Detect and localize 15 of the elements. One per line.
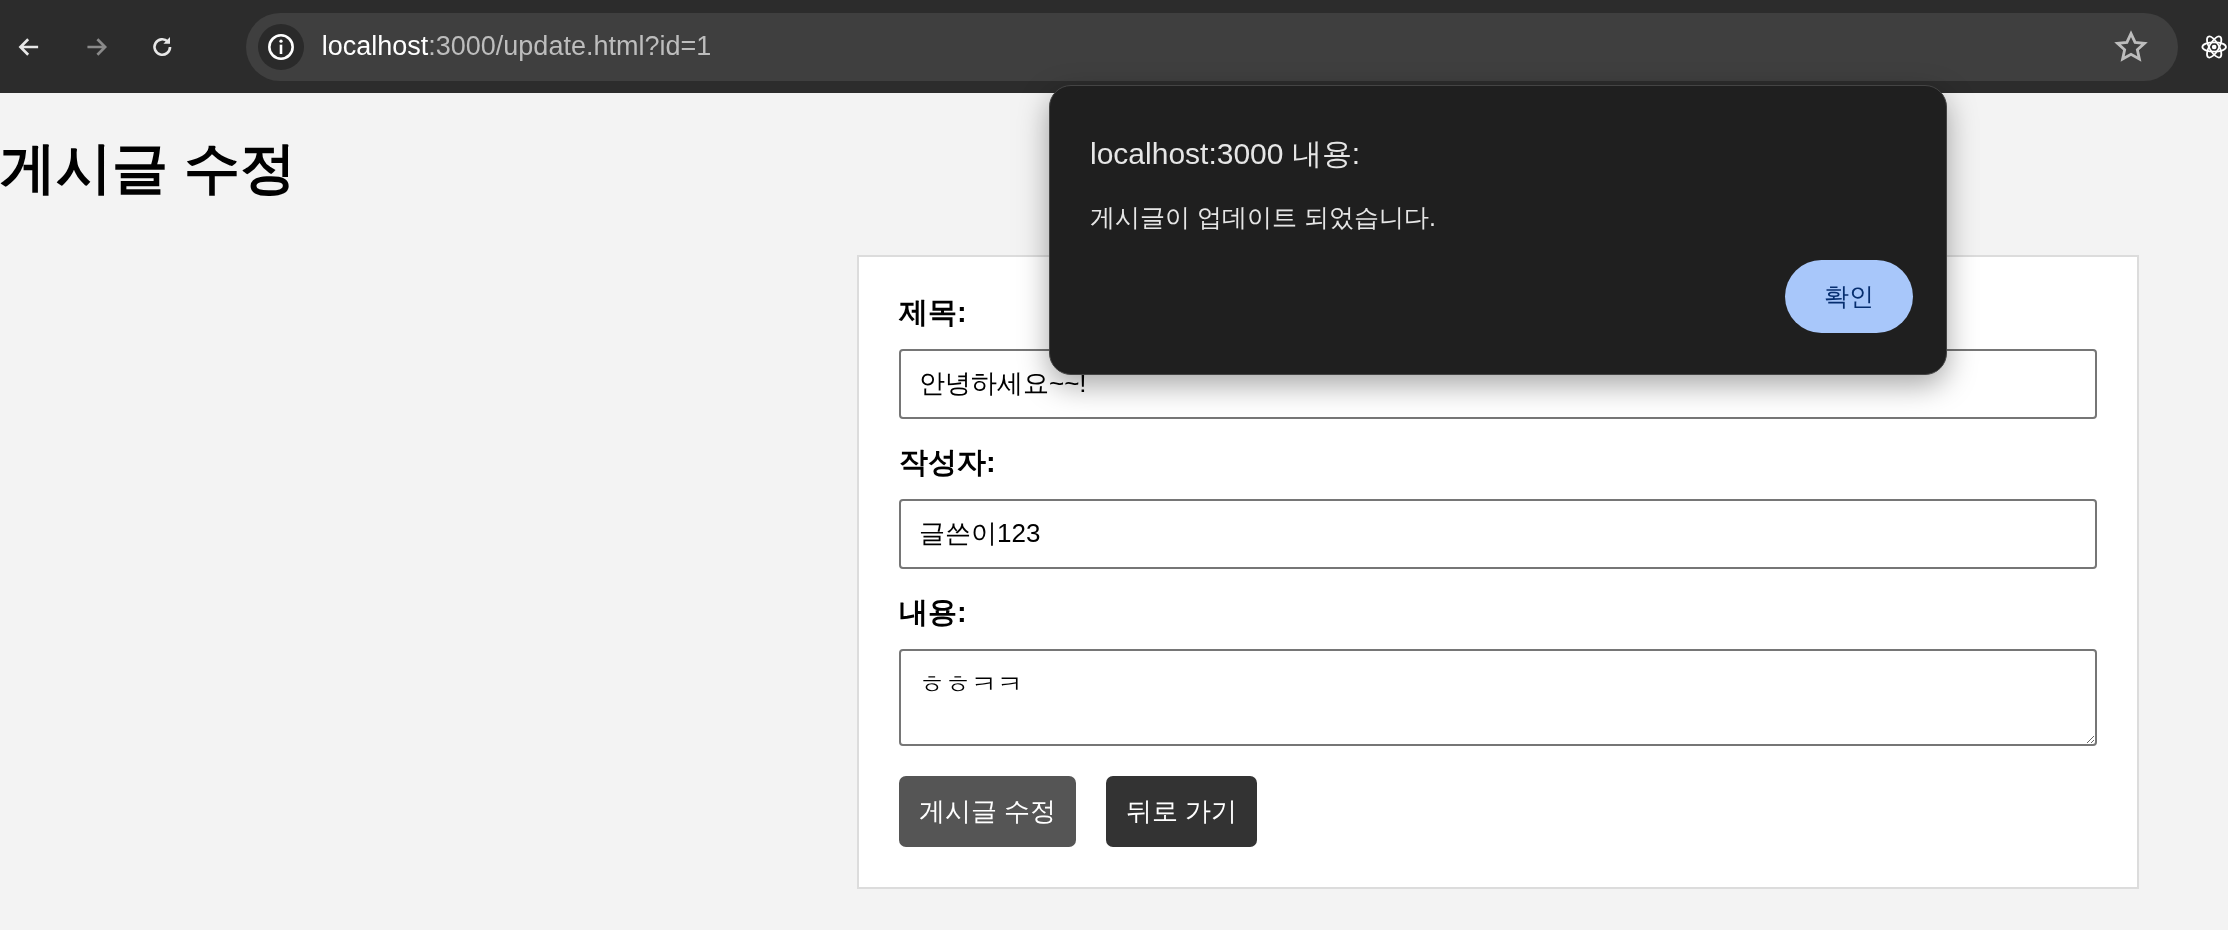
ok-button[interactable]: 확인 bbox=[1785, 260, 1913, 333]
bookmark-star-icon[interactable] bbox=[2113, 29, 2148, 64]
info-icon[interactable] bbox=[257, 23, 304, 70]
field-label: 작성자: bbox=[899, 444, 996, 480]
address-bar[interactable]: localhost:3000/update.html?id=1 bbox=[245, 12, 2178, 81]
field-label: 내용: bbox=[899, 594, 967, 630]
input-field[interactable]: 글쓴이123 bbox=[899, 498, 2097, 569]
dialog-message: 게시글이 업데이트 되었습니다. bbox=[1090, 202, 1436, 233]
dialog-title: localhost:3000 내용: bbox=[1090, 136, 1361, 172]
form-button[interactable]: 게시글 수정 bbox=[899, 775, 1077, 847]
form-button[interactable]: 뒤로 가기 bbox=[1106, 775, 1258, 847]
field-label: 제목: bbox=[899, 294, 967, 330]
text-area[interactable]: ㅎㅎㅋㅋ bbox=[899, 648, 2097, 746]
url-text: localhost:3000/update.html?id=1 bbox=[321, 31, 713, 62]
page-heading: 게시글 수정 bbox=[0, 137, 296, 199]
